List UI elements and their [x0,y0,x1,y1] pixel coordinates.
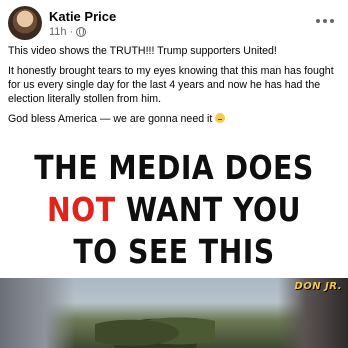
more-options-icon [316,19,320,23]
avatar[interactable] [8,6,42,40]
post-meta: 11h · [49,26,87,38]
more-options-button[interactable] [316,12,334,30]
post-text-line: This video shows the TRUTH!!! Trump supp… [8,45,277,57]
post-time[interactable]: 11h [49,26,67,38]
headline-not: NOT [47,190,116,229]
worried-face-emoji-icon [215,113,226,123]
post-text-line: It honestly brought tears to my eyes kno… [8,65,334,105]
post-header: Katie Price 11h · [0,0,348,44]
post-text-line: God bless America — we are gonna need it [8,112,342,126]
author-name[interactable]: Katie Price [49,9,116,24]
globe-icon [76,27,87,37]
video-player[interactable]: THE MEDIA DOES NOT WANT YOU TO SEE THIS … [0,131,348,348]
video-watermark: DON JR. [294,281,342,292]
post-text: This video shows the TRUTH!!! Trump supp… [8,44,342,132]
